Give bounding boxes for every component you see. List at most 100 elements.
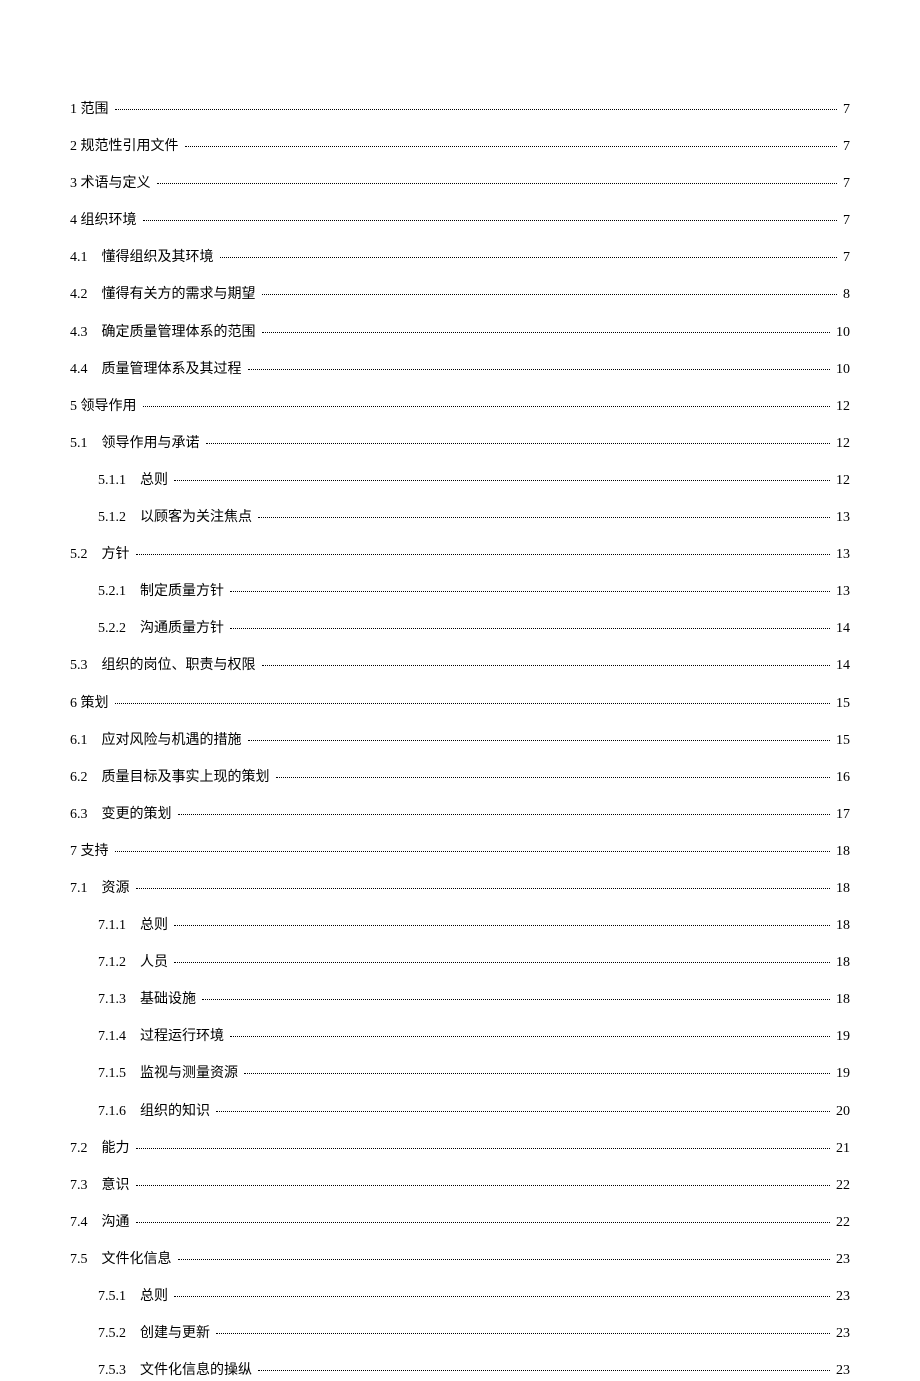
- toc-number: 1: [70, 100, 77, 120]
- toc-page-number: 18: [832, 990, 850, 1010]
- toc-entry: 7.1.1总则18: [70, 916, 850, 936]
- toc-title: 变更的策划: [102, 807, 172, 822]
- toc-number: 7.5.2: [98, 1324, 126, 1344]
- toc-entry: 5.1.2以顾客为关注焦点 13: [70, 508, 850, 528]
- toc-page-number: 23: [832, 1287, 850, 1307]
- toc-leader-dots: [220, 257, 838, 258]
- toc-entry: 7.1 资源 18: [70, 879, 850, 899]
- toc-leader-dots: [143, 406, 831, 407]
- toc-label: 7.3意识: [70, 1176, 134, 1196]
- toc-label: 7.1.3基础设施: [98, 990, 200, 1010]
- toc-leader-dots: [136, 1222, 831, 1223]
- toc-number: 5.2.1: [98, 582, 126, 602]
- toc-leader-dots: [244, 1073, 830, 1074]
- toc-title: 文件化信息的操纵: [140, 1363, 252, 1378]
- toc-title: 组织的知识: [140, 1104, 210, 1119]
- toc-label: 7.1.1 总则: [98, 916, 172, 936]
- toc-page-number: 18: [832, 879, 850, 899]
- toc-page-number: 7: [839, 137, 850, 157]
- toc-entry: 7.1.3基础设施 18: [70, 990, 850, 1010]
- toc-number: 4.1: [70, 248, 88, 268]
- toc-number: 5.1.2: [98, 508, 126, 528]
- toc-title: 能力: [102, 1141, 130, 1156]
- toc-entry: 7.1.6 组织的知识 20: [70, 1102, 850, 1122]
- toc-entry: 4 组织环境7: [70, 211, 850, 231]
- toc-title: 术语与定义: [81, 176, 151, 191]
- toc-leader-dots: [248, 740, 831, 741]
- toc-entry: 7.4沟通22: [70, 1213, 850, 1233]
- toc-label: 7 支持: [70, 842, 113, 862]
- toc-entry: 5.2.1制定质量方针13: [70, 582, 850, 602]
- toc-page-number: 23: [832, 1361, 850, 1381]
- toc-title: 总则: [140, 1289, 168, 1304]
- toc-title: 规范性引用文件: [81, 139, 179, 154]
- toc-label: 4 组织环境: [70, 211, 141, 231]
- toc-label: 6 策划: [70, 694, 113, 714]
- toc-number: 7.1: [70, 879, 88, 899]
- toc-page-number: 19: [832, 1027, 850, 1047]
- toc-title: 懂得组织及其环境: [102, 250, 214, 265]
- toc-number: 5.1.1: [98, 471, 126, 491]
- toc-leader-dots: [143, 220, 838, 221]
- toc-page-number: 20: [832, 1102, 850, 1122]
- toc-page-number: 10: [832, 360, 850, 380]
- toc-number: 4.4: [70, 360, 88, 380]
- toc-entry: 7.5.2创建与更新23: [70, 1324, 850, 1344]
- toc-number: 5.3: [70, 656, 88, 676]
- toc-leader-dots: [258, 1370, 830, 1371]
- toc-title: 沟通: [102, 1215, 130, 1230]
- toc-label: 4.1 懂得组织及其环境: [70, 248, 218, 268]
- toc-leader-dots: [262, 332, 831, 333]
- toc-entry: 7.1.4过程运行环境19: [70, 1027, 850, 1047]
- toc-leader-dots: [178, 814, 831, 815]
- toc-label: 5.1.2以顾客为关注焦点: [98, 508, 256, 528]
- toc-leader-dots: [174, 1296, 830, 1297]
- toc-number: 7.5.3: [98, 1361, 126, 1381]
- toc-title: 质量管理体系及其过程: [102, 362, 242, 377]
- toc-title: 过程运行环境: [140, 1029, 224, 1044]
- toc-number: 5: [70, 397, 77, 417]
- toc-entry: 7.3意识22: [70, 1176, 850, 1196]
- toc-number: 7.1.1: [98, 916, 126, 936]
- toc-leader-dots: [262, 294, 838, 295]
- toc-leader-dots: [230, 1036, 830, 1037]
- toc-entry: 5.1.1 总则 12: [70, 471, 850, 491]
- toc-page-number: 12: [832, 471, 850, 491]
- toc-entry: 4.2懂得有关方的需求与期望8: [70, 285, 850, 305]
- toc-title: 支持: [81, 844, 109, 859]
- toc-title: 总则: [140, 918, 168, 933]
- toc-entry: 7.5文件化信息23: [70, 1250, 850, 1270]
- toc-entry: 1 范围7: [70, 100, 850, 120]
- toc-number: 4: [70, 211, 77, 231]
- toc-page-number: 15: [832, 694, 850, 714]
- toc-label: 7.1.2人员: [98, 953, 172, 973]
- toc-title: 总则: [140, 473, 168, 488]
- toc-entry: 7.1.5监视与测量资源19: [70, 1064, 850, 1084]
- toc-entry: 7 支持18: [70, 842, 850, 862]
- toc-entry: 7.5.3 文件化信息的操纵 23: [70, 1361, 850, 1381]
- toc-page-number: 7: [839, 248, 850, 268]
- toc-leader-dots: [136, 1185, 831, 1186]
- toc-entry: 5 领导作用 12: [70, 397, 850, 417]
- toc-page-number: 13: [832, 508, 850, 528]
- toc-title: 资源: [102, 881, 130, 896]
- toc-title: 人员: [140, 955, 168, 970]
- toc-title: 文件化信息: [102, 1252, 172, 1267]
- toc-title: 创建与更新: [140, 1326, 210, 1341]
- toc-number: 7.1.6: [98, 1102, 126, 1122]
- toc-leader-dots: [216, 1333, 830, 1334]
- toc-label: 7.1 资源: [70, 879, 134, 899]
- toc-page-number: 12: [832, 397, 850, 417]
- toc-page-number: 14: [832, 656, 850, 676]
- toc-leader-dots: [178, 1259, 831, 1260]
- toc-number: 7.5: [70, 1250, 88, 1270]
- toc-title: 组织环境: [81, 213, 137, 228]
- toc-number: 4.3: [70, 323, 88, 343]
- toc-page-number: 13: [832, 545, 850, 565]
- toc-label: 7.2能力: [70, 1139, 134, 1159]
- toc-entry: 7.2能力21: [70, 1139, 850, 1159]
- toc-title: 策划: [81, 696, 109, 711]
- toc-label: 5 领导作用: [70, 397, 141, 417]
- toc-label: 7.1.6 组织的知识: [98, 1102, 214, 1122]
- toc-leader-dots: [115, 109, 838, 110]
